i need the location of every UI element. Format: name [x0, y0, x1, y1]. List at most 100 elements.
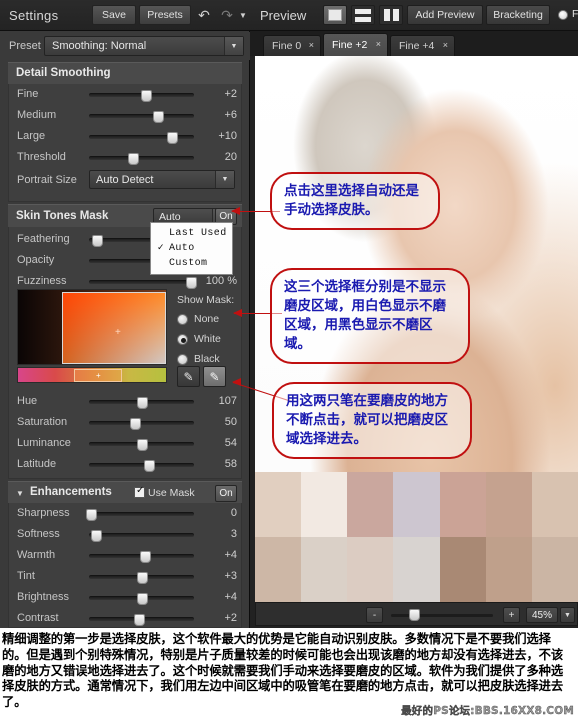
callout-1: 点击这里选择自动还是手动选择皮肤。	[270, 172, 440, 230]
eyedropper-add-icon[interactable]: ✎	[177, 366, 200, 387]
slider-label: Contrast	[17, 612, 59, 624]
show-mask-label: Show Mask:	[177, 294, 235, 306]
portrait-size-select[interactable]: Auto Detect ▼	[89, 170, 235, 189]
enhancements-on-toggle[interactable]: On	[215, 485, 237, 502]
color-slider-group: Hue 107 Saturation 50 Luminance 54 Latitude 58	[9, 391, 241, 475]
slider-track[interactable]	[89, 153, 194, 165]
view-split-vertical-icon[interactable]	[379, 5, 403, 25]
slider-track[interactable]	[89, 90, 194, 102]
menu-item-auto[interactable]: ✓ Auto	[151, 241, 232, 256]
slider-handle[interactable]	[139, 551, 151, 563]
pixel-block	[531, 472, 578, 537]
chevron-down-icon[interactable]: ▼	[236, 5, 250, 25]
slider-handle[interactable]	[136, 397, 148, 409]
zoom-slider[interactable]	[391, 609, 493, 621]
tab-fine-plus-4[interactable]: Fine +4 ×	[390, 35, 455, 56]
fast-render-label: Fast R	[572, 8, 578, 20]
slider-track[interactable]	[89, 277, 197, 289]
pixel-block	[301, 537, 348, 602]
slider-track[interactable]	[86, 509, 194, 521]
slider-handle[interactable]	[136, 439, 148, 451]
tab-fine-plus-2[interactable]: Fine +2 ×	[323, 33, 388, 56]
slider-handle[interactable]	[130, 418, 142, 430]
portrait-size-value: Auto Detect	[96, 174, 154, 186]
slider-handle[interactable]	[185, 277, 197, 289]
view-split-horizontal-icon[interactable]	[351, 5, 375, 25]
skin-mode-dropdown-menu[interactable]: Last Used ✓ Auto Custom	[150, 222, 233, 275]
slider-row: Softness 3	[9, 524, 241, 545]
slider-handle[interactable]	[136, 593, 148, 605]
slider-label: Softness	[17, 528, 60, 540]
slider-track[interactable]	[89, 460, 194, 472]
zoom-in-button[interactable]: +	[503, 607, 520, 623]
close-icon[interactable]: ×	[309, 40, 314, 50]
slider-label: Threshold	[17, 151, 66, 163]
view-single-icon[interactable]	[323, 5, 347, 25]
slider-track[interactable]	[89, 551, 194, 563]
slider-track[interactable]	[89, 572, 194, 584]
hue-strip[interactable]: +	[17, 367, 167, 383]
slider-handle[interactable]	[136, 572, 148, 584]
slider-track[interactable]	[89, 530, 194, 542]
slider-label: Luminance	[17, 437, 71, 449]
pixel-block	[393, 537, 440, 602]
eyedropper-subtract-icon[interactable]: ✎	[203, 366, 226, 387]
menu-item-custom[interactable]: Custom	[151, 256, 232, 271]
slider-handle[interactable]	[166, 132, 178, 144]
tab-label: Fine 0	[272, 40, 302, 52]
slider-track[interactable]	[89, 397, 194, 409]
color-picker-selection[interactable]: +	[62, 292, 166, 364]
slider-track[interactable]	[89, 439, 194, 451]
pixel-block	[485, 472, 532, 537]
skin-color-picker[interactable]: +	[17, 289, 167, 365]
undo-icon[interactable]: ↶	[193, 5, 215, 25]
slider-row: Saturation 50	[9, 412, 241, 433]
use-mask-checkbox[interactable]	[134, 485, 145, 498]
settings-title: Settings	[9, 8, 59, 23]
pixel-block	[301, 472, 348, 537]
slider-value: +6	[224, 109, 237, 121]
menu-item-label: Auto	[169, 243, 195, 254]
preset-row: Preset Smoothing: Normal ▼	[0, 32, 250, 60]
check-icon: ✓	[157, 243, 165, 253]
presets-button[interactable]: Presets	[139, 5, 191, 25]
preset-select[interactable]: Smoothing: Normal ▼	[44, 36, 244, 56]
menu-item-last-used[interactable]: Last Used	[151, 226, 232, 241]
slider-handle[interactable]	[91, 530, 103, 542]
hue-range-selection[interactable]: +	[74, 369, 122, 382]
zoom-level-value: 45%	[526, 607, 558, 623]
add-preview-button[interactable]: Add Preview	[407, 5, 483, 25]
slider-handle[interactable]	[92, 235, 104, 247]
slider-handle[interactable]	[143, 460, 155, 472]
slider-track[interactable]	[89, 614, 194, 626]
slider-label: Hue	[17, 395, 38, 407]
slider-track[interactable]	[89, 418, 194, 430]
detail-smoothing-header[interactable]: Detail Smoothing	[8, 62, 242, 84]
slider-handle[interactable]	[153, 111, 165, 123]
redo-icon[interactable]: ↷	[216, 5, 238, 25]
slider-label: Saturation	[17, 416, 68, 428]
slider-track[interactable]	[89, 132, 194, 144]
close-icon[interactable]: ×	[376, 39, 381, 49]
slider-track[interactable]	[89, 593, 194, 605]
slider-handle[interactable]	[86, 509, 98, 521]
settings-header: Settings Save Presets ↶ ↷ ▼	[0, 0, 250, 31]
slider-track[interactable]	[89, 111, 194, 123]
chevron-down-icon[interactable]: ▼	[560, 607, 575, 623]
enhancements-header[interactable]: ▼ Enhancements Use Mask On	[8, 481, 242, 503]
callout-3-arrowhead	[232, 378, 241, 386]
close-icon[interactable]: ×	[443, 40, 448, 50]
slider-handle[interactable]	[140, 90, 152, 102]
slider-row: Latitude 58	[9, 454, 241, 475]
save-button[interactable]: Save	[92, 5, 136, 25]
tab-label: Fine +4	[399, 40, 435, 52]
pixel-block	[255, 472, 302, 537]
tab-fine-0[interactable]: Fine 0 ×	[263, 35, 321, 56]
slider-handle[interactable]	[134, 614, 146, 626]
settings-panel: Settings Save Presets ↶ ↷ ▼ Preset Smoot…	[0, 0, 250, 628]
zoom-slider-handle[interactable]	[409, 609, 421, 621]
slider-value: 3	[230, 528, 237, 540]
bracketing-button[interactable]: Bracketing	[486, 5, 550, 25]
slider-handle[interactable]	[128, 153, 140, 165]
zoom-out-button[interactable]: -	[366, 607, 383, 623]
